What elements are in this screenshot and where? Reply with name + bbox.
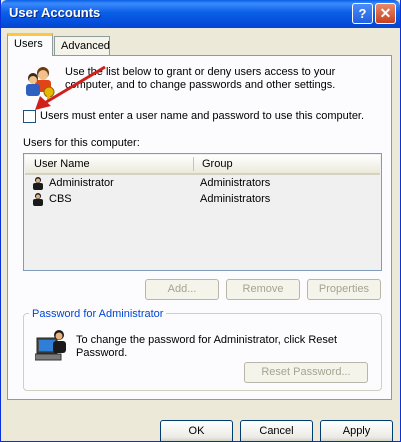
intro-text: Use the list below to grant or deny user… <box>65 66 336 91</box>
group-cell: Administrators <box>200 177 271 189</box>
column-separator[interactable] <box>193 157 194 171</box>
help-button[interactable]: ? <box>352 3 373 24</box>
remove-button[interactable]: Remove <box>226 279 300 300</box>
window-title: User Accounts <box>9 5 101 20</box>
user-icon <box>33 193 43 206</box>
column-group[interactable]: Group <box>202 158 233 170</box>
group-cell: Administrators <box>200 193 271 205</box>
column-user-name[interactable]: User Name <box>34 158 90 170</box>
close-button[interactable]: ✕ <box>375 3 396 24</box>
cancel-button[interactable]: Cancel <box>240 420 313 442</box>
add-button[interactable]: Add... <box>145 279 219 300</box>
tab-advanced[interactable]: Advanced <box>54 36 110 56</box>
user-name-cell: Administrator <box>49 177 114 189</box>
reset-password-button[interactable]: Reset Password... <box>244 362 368 383</box>
list-header: User Name Group <box>25 155 380 175</box>
password-help-text: To change the password for Administrator… <box>76 334 338 359</box>
user-name-cell: CBS <box>49 193 72 205</box>
user-icon <box>33 177 43 190</box>
users-list[interactable]: User Name Group Administrator Administra… <box>23 153 382 271</box>
ok-button[interactable]: OK <box>160 420 233 442</box>
users-list-label: Users for this computer: <box>23 137 140 149</box>
user-accounts-window: User Accounts ? ✕ Advanced Users Use the… <box>0 0 401 442</box>
table-row[interactable]: CBS Administrators <box>25 192 380 207</box>
computer-user-icon <box>35 330 66 361</box>
title-bar[interactable]: User Accounts ? ✕ <box>1 0 400 28</box>
table-row[interactable]: Administrator Administrators <box>25 176 380 191</box>
arrow-annotation <box>35 65 106 110</box>
apply-button[interactable]: Apply <box>320 420 393 442</box>
password-group-title: Password for Administrator <box>29 308 167 320</box>
properties-button[interactable]: Properties <box>307 279 381 300</box>
tab-users[interactable]: Users <box>7 33 53 56</box>
